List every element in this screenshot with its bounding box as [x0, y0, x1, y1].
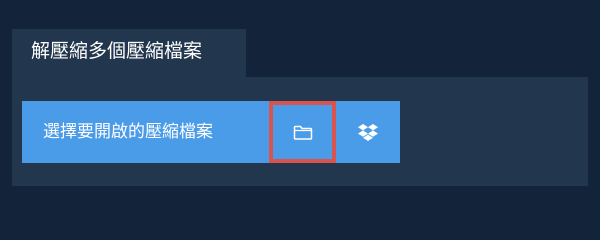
dropbox-button[interactable]: [336, 101, 400, 163]
dropbox-icon: [358, 123, 378, 141]
folder-icon: [293, 124, 313, 140]
tab-label: 解壓縮多個壓縮檔案: [31, 40, 203, 62]
page-title-tab: 解壓縮多個壓縮檔案: [12, 29, 246, 77]
file-picker-button-group: 選擇要開啟的壓縮檔案: [22, 101, 400, 163]
open-local-folder-button[interactable]: [269, 101, 336, 163]
choose-archive-button[interactable]: 選擇要開啟的壓縮檔案: [22, 101, 269, 163]
choose-archive-label: 選擇要開啟的壓縮檔案: [43, 122, 213, 142]
